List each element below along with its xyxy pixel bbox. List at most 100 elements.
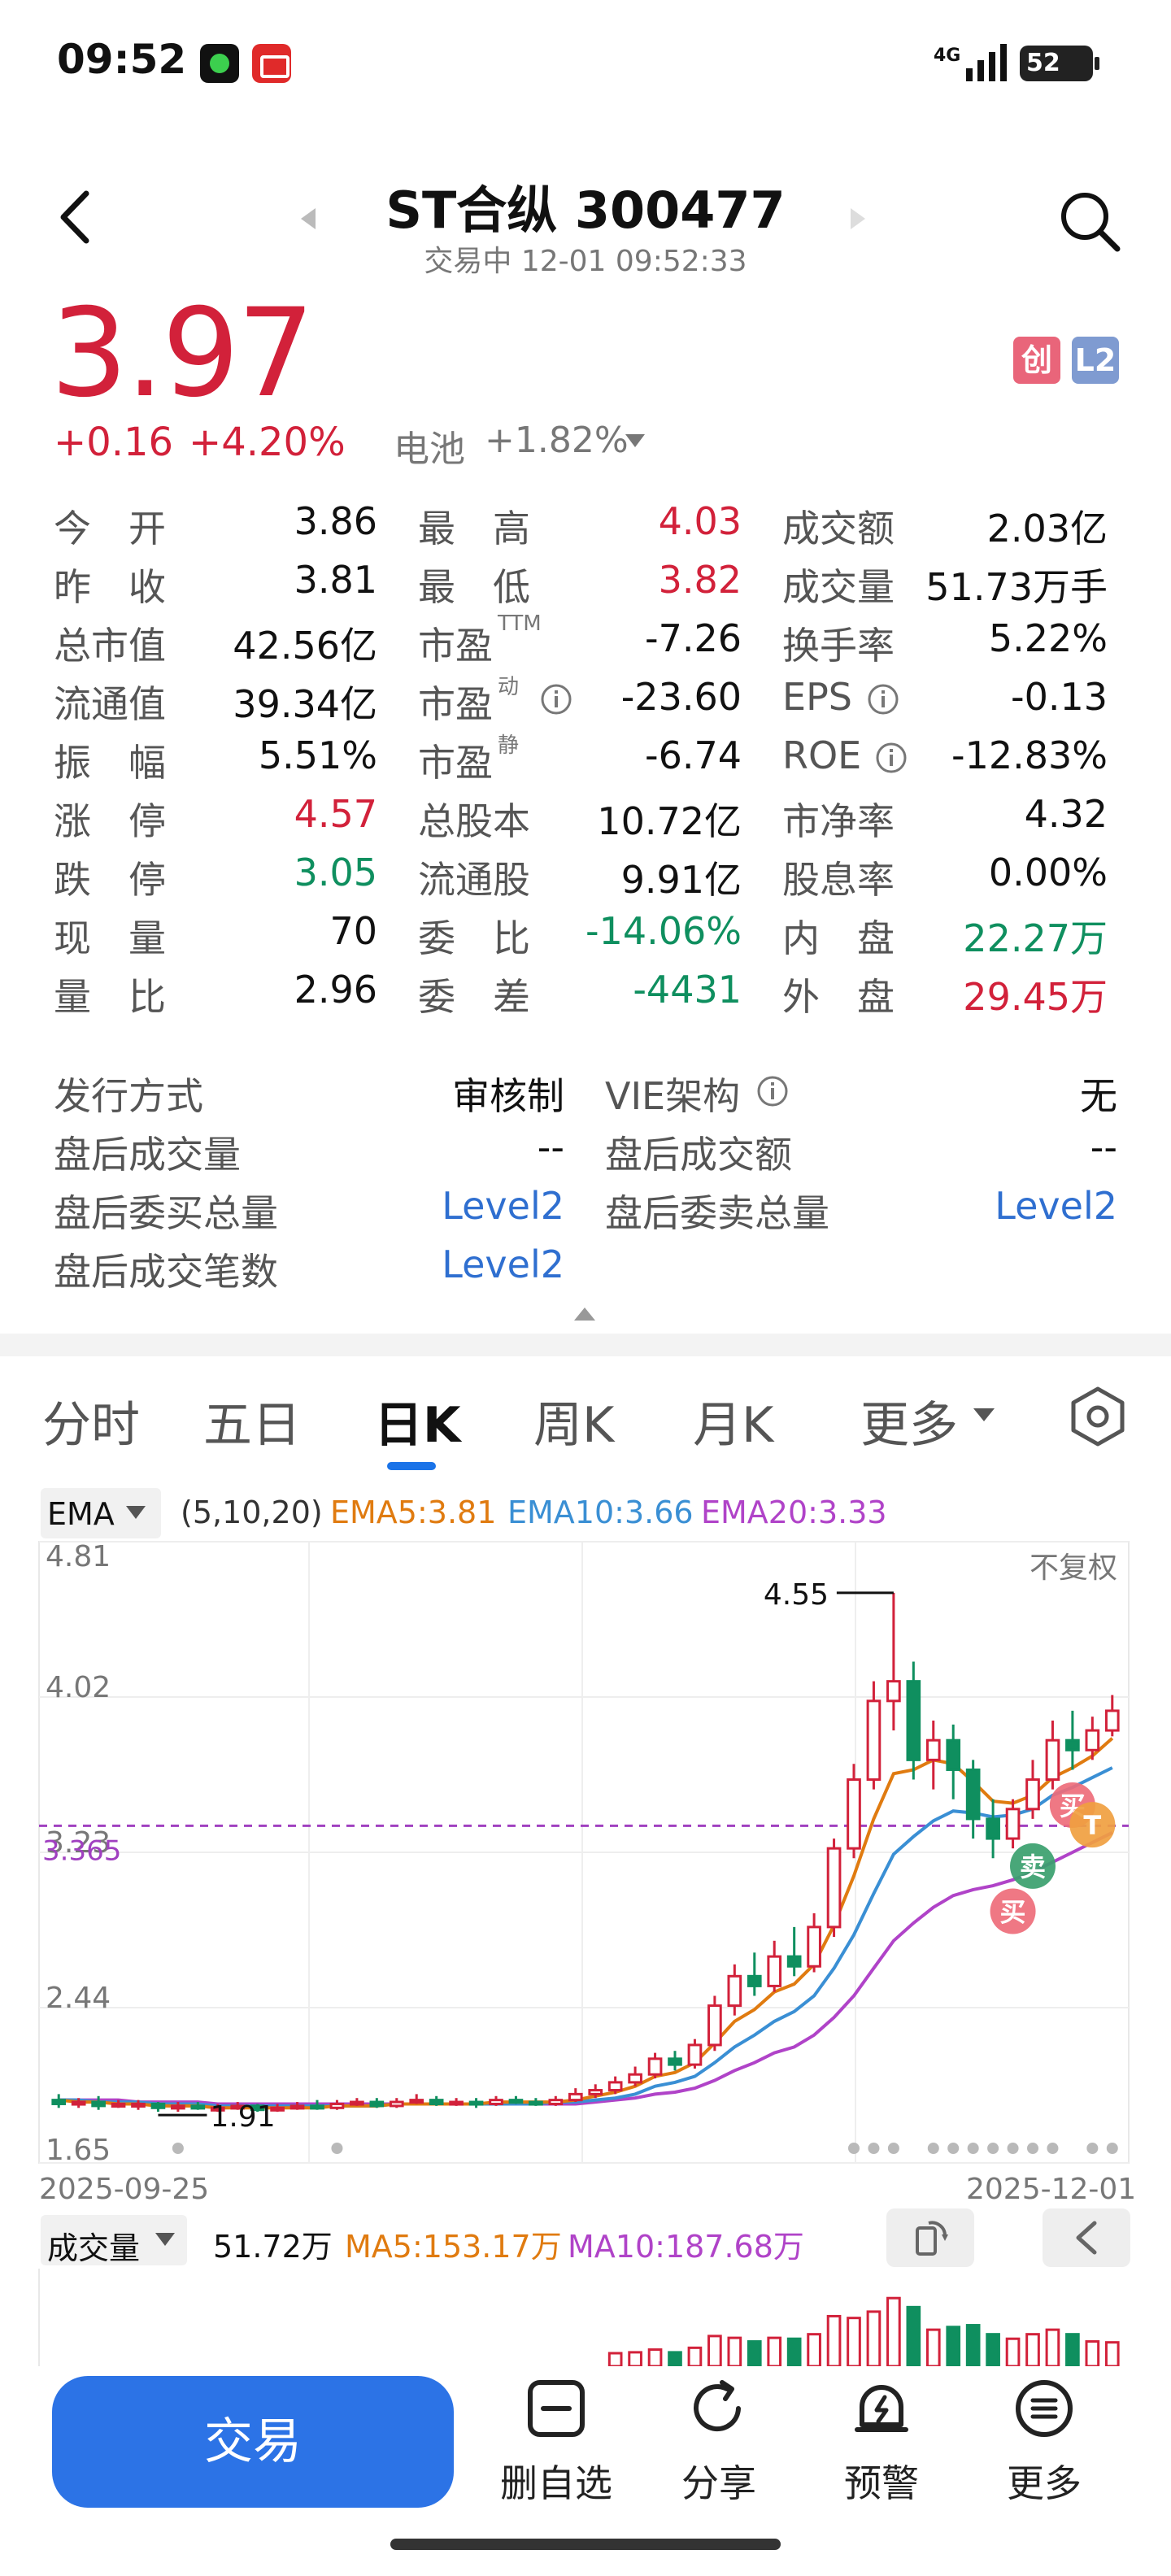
event-dot xyxy=(927,2143,939,2154)
current-price: 3.97 xyxy=(50,283,315,424)
candle-body xyxy=(329,2102,345,2109)
more-menu-icon[interactable] xyxy=(1012,2376,1077,2441)
trade-button[interactable]: 交易 xyxy=(52,2376,454,2508)
share-icon[interactable] xyxy=(686,2376,751,2441)
stat-label: 换手率 xyxy=(782,624,895,668)
candle-body xyxy=(171,2104,185,2110)
event-dot xyxy=(987,2143,999,2154)
alert-label[interactable]: 预警 xyxy=(808,2454,955,2508)
candle-body xyxy=(687,2043,703,2066)
tab-monthly-k[interactable]: 月K xyxy=(693,1386,773,1456)
stat-value: 3.86 xyxy=(294,499,377,543)
share-label[interactable]: 分享 xyxy=(646,2454,792,2508)
info-icon[interactable] xyxy=(756,1075,789,1107)
candle-body xyxy=(866,1699,882,1782)
chart-date-end: 2025-12-01 xyxy=(966,2173,1137,2206)
candlestick-chart[interactable]: 4.814.023.232.441.65不复权3.3654.551.91买T卖买 xyxy=(0,1529,1171,2261)
stat-label: 量 比 xyxy=(54,975,166,1019)
level2-badge: L2 xyxy=(1072,337,1119,384)
volume-bar xyxy=(747,2340,762,2366)
candle-body xyxy=(310,2104,324,2110)
stat-label: 市盈 xyxy=(418,682,493,726)
volume-bar xyxy=(668,2351,682,2366)
volume-bar xyxy=(1005,2337,1021,2366)
stat-value: 70 xyxy=(329,909,377,953)
volume-bar xyxy=(687,2346,703,2366)
gear-icon[interactable] xyxy=(1067,1386,1129,1447)
ah-sell-label: 盘后委卖总量 xyxy=(605,1191,829,1235)
candle-body xyxy=(1065,1738,1080,1751)
home-indicator xyxy=(390,2539,781,2550)
ah-amount-label: 盘后成交额 xyxy=(605,1133,792,1177)
remove-watchlist-icon[interactable] xyxy=(524,2376,589,2441)
volume-bar xyxy=(847,2317,861,2366)
signal-icon xyxy=(966,44,1012,81)
chevron-down-icon[interactable] xyxy=(973,1407,995,1423)
next-stock-icon[interactable] xyxy=(849,207,867,231)
network-type: 4G xyxy=(934,46,961,66)
stat-label: 成交额 xyxy=(782,507,895,550)
ah-trades-label: 盘后成交笔数 xyxy=(54,1250,278,1294)
chevron-down-icon[interactable] xyxy=(625,433,646,449)
event-dot xyxy=(331,2143,343,2154)
stat-value: 29.45万 xyxy=(963,975,1108,1019)
alert-icon[interactable] xyxy=(849,2376,914,2441)
stat-label: 委 比 xyxy=(418,916,530,960)
volume-bar xyxy=(965,2324,981,2366)
candle-body xyxy=(647,2057,663,2076)
search-icon[interactable] xyxy=(1057,189,1122,254)
tab-more[interactable]: 更多 xyxy=(860,1386,958,1456)
tab-weekly-k[interactable]: 周K xyxy=(533,1386,614,1456)
info-icon[interactable] xyxy=(867,683,899,716)
collapse-panel-button[interactable] xyxy=(1043,2208,1130,2267)
event-dot xyxy=(1086,2143,1099,2154)
ah-trades-level2-link[interactable]: Level2 xyxy=(374,1242,564,1286)
volume-bar xyxy=(707,2334,722,2366)
ah-sell-level2-link[interactable]: Level2 xyxy=(895,1184,1117,1228)
collapse-icon[interactable] xyxy=(572,1306,597,1322)
candle-body xyxy=(786,1955,802,1968)
stat-label: 振 幅 xyxy=(54,741,166,785)
stat-label: 最 低 xyxy=(418,565,530,609)
y-tick-label: 4.81 xyxy=(46,1540,111,1573)
stat-value: -0.13 xyxy=(1010,675,1108,719)
stat-label: 成交量 xyxy=(782,565,895,609)
remove-watchlist-label[interactable]: 删自选 xyxy=(483,2454,629,2508)
ah-buy-level2-link[interactable]: Level2 xyxy=(374,1184,564,1228)
event-dot xyxy=(848,2143,860,2154)
sector-change[interactable]: +1.82% xyxy=(485,420,629,461)
sector-name[interactable]: 电池 xyxy=(394,420,465,472)
tab-intraday[interactable]: 分时 xyxy=(42,1386,140,1456)
ah-buy-label: 盘后委买总量 xyxy=(54,1191,278,1235)
stat-label: 现 量 xyxy=(54,916,166,960)
volume-bar xyxy=(628,2351,642,2366)
info-icon[interactable] xyxy=(540,683,572,716)
volume-bar xyxy=(906,2305,921,2366)
candle-body xyxy=(369,2100,385,2108)
ema10-line xyxy=(59,1766,1113,2108)
event-dot xyxy=(887,2143,899,2154)
info-icon[interactable] xyxy=(875,742,908,774)
candle-body xyxy=(111,2102,126,2108)
candle-body xyxy=(548,2099,564,2105)
stat-label: 涨 停 xyxy=(54,799,166,843)
stat-value: 3.05 xyxy=(294,851,377,894)
chevron-down-icon[interactable] xyxy=(125,1504,146,1521)
stat-label-sup: 动 xyxy=(498,675,520,699)
candle-body xyxy=(767,1955,782,1987)
tab-daily-k[interactable]: 日K xyxy=(374,1386,461,1456)
price-change-pct: +4.20% xyxy=(189,420,346,465)
candle-body xyxy=(1104,1709,1120,1732)
tab-five-day[interactable]: 五日 xyxy=(203,1386,301,1456)
chevron-down-icon[interactable] xyxy=(155,2231,176,2247)
rotate-screen-button[interactable] xyxy=(886,2208,974,2267)
stock-title: ST合纵 300477 xyxy=(385,181,786,240)
status-time: 09:52 xyxy=(57,36,187,83)
candle-body xyxy=(289,2104,305,2110)
volume-value: 51.72万 xyxy=(213,2229,333,2265)
stat-label: 跌 停 xyxy=(54,858,166,902)
chevron-left-icon xyxy=(1076,2221,1097,2255)
more-menu-label[interactable]: 更多 xyxy=(971,2454,1117,2508)
stat-value: 2.03亿 xyxy=(986,507,1108,550)
ema20-value: EMA20:3.33 xyxy=(701,1495,887,1530)
